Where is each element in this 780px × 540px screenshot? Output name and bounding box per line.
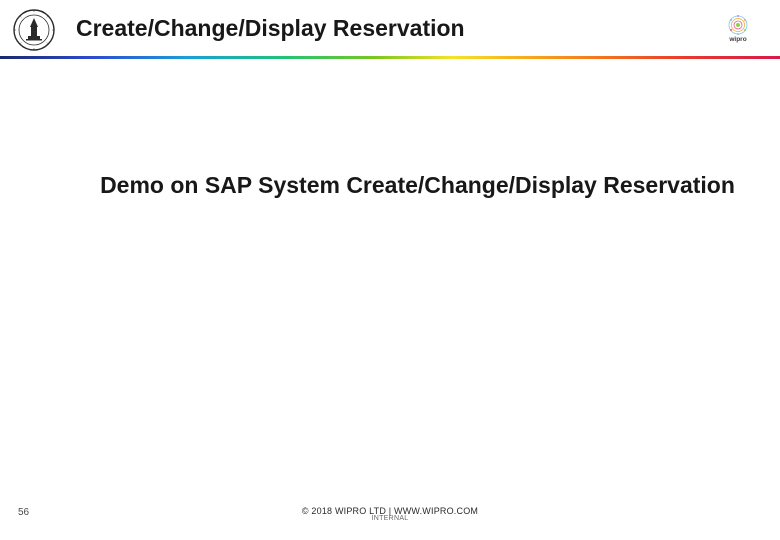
- body-heading: Demo on SAP System Create/Change/Display…: [95, 170, 740, 201]
- page-title: Create/Change/Display Reservation: [76, 15, 714, 42]
- slide-header: Create/Change/Display Reservation wipro: [0, 0, 780, 56]
- seal-icon: [12, 8, 56, 52]
- svg-text:wipro: wipro: [728, 36, 746, 43]
- footer-subtext: INTERNAL: [0, 515, 780, 522]
- wipro-icon: wipro: [714, 10, 762, 46]
- divider-rainbow: [0, 56, 780, 59]
- slide-footer: © 2018 WIPRO LTD | WWW.WIPRO.COM INTERNA…: [0, 506, 780, 522]
- slide: Create/Change/Display Reservation wipro: [0, 0, 780, 540]
- slide-body: Demo on SAP System Create/Change/Display…: [95, 170, 740, 201]
